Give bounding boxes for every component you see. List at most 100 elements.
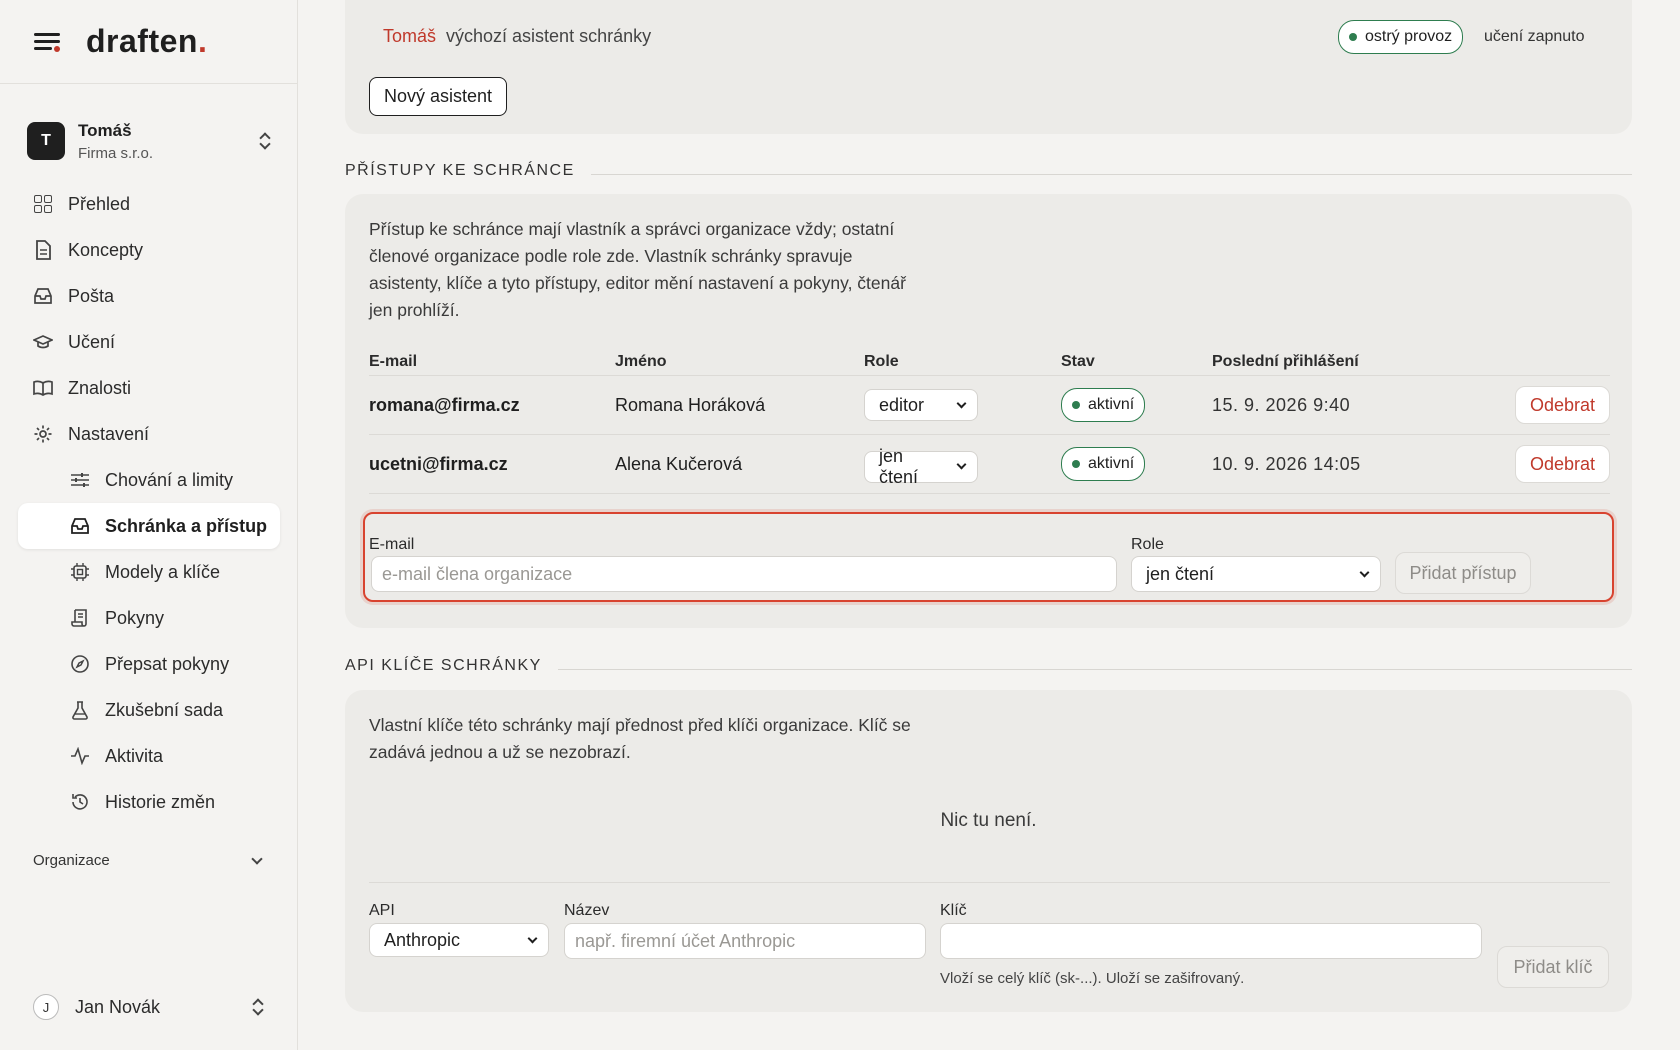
sidebar-item-aktivita[interactable]: Aktivita	[18, 733, 280, 779]
sidebar-item-label: Přepsat pokyny	[105, 653, 230, 674]
last-login: 10. 9. 2026 14:05	[1212, 453, 1361, 474]
sidebar: draften. T Tomáš Firma s.r.o. Přehled Ko…	[0, 0, 298, 1050]
chevron-down-icon	[956, 398, 967, 408]
sidebar-item-zkusebni-sada[interactable]: Zkušební sada	[18, 687, 280, 733]
section-title-text: PŘÍSTUPY KE SCHRÁNCE	[345, 162, 575, 179]
sliders-icon	[70, 470, 90, 490]
access-description-line: členové organizace podle role zde. Vlast…	[369, 246, 853, 266]
status-dot-icon	[1072, 401, 1080, 409]
document-icon	[33, 240, 53, 260]
email-field[interactable]: e-mail člena organizace	[371, 556, 1117, 592]
section-divider	[557, 668, 1632, 670]
member-name: Romana Horáková	[615, 394, 766, 415]
sidebar-item-znalosti[interactable]: Znalosti	[18, 365, 280, 411]
sidebar-item-prepsat-pokyny[interactable]: Přepsat pokyny	[18, 641, 280, 687]
role-select-value: jen čtení	[879, 445, 919, 487]
user-menu[interactable]: J Jan Novák	[33, 994, 265, 1020]
avatar: J	[33, 994, 59, 1020]
sidebar-item-chovani-a-limity[interactable]: Chování a limity	[18, 457, 280, 503]
status-label: aktivní	[1088, 396, 1135, 413]
sidebar-nav: Přehled Koncepty Pošta Učení Znalosti Na…	[18, 181, 280, 825]
role-select-value: jen čtení	[1146, 563, 1215, 584]
chevron-down-icon	[251, 852, 263, 865]
organizace-section-toggle[interactable]: Organizace	[33, 852, 265, 869]
status-badge: aktivní	[1061, 447, 1146, 481]
table-row: ucetni@firma.cz Alena Kučerová jen čtení…	[369, 435, 1610, 494]
sidebar-item-modely-a-klice[interactable]: Modely a klíče	[18, 549, 280, 595]
add-key-button[interactable]: Přidat klíč	[1497, 946, 1609, 988]
role-select[interactable]: jen čtení	[864, 446, 978, 487]
api-provider-select[interactable]: Anthropic	[369, 923, 549, 957]
api-provider-value: Anthropic	[384, 929, 461, 950]
assistant-row[interactable]: Tomáš výchozí asistent schránky	[383, 26, 651, 47]
sidebar-item-label: Zkušební sada	[105, 699, 224, 720]
sidebar-item-label: Aktivita	[105, 745, 164, 766]
inbox-icon	[70, 516, 90, 536]
member-name: Alena Kučerová	[615, 453, 743, 474]
sidebar-item-historie-zmen[interactable]: Historie změn	[18, 779, 280, 825]
status-dot-icon	[1072, 460, 1080, 468]
section-divider	[590, 173, 1632, 175]
sidebar-item-nastaveni[interactable]: Nastavení	[18, 411, 280, 457]
section-title-access: PŘÍSTUPY KE SCHRÁNCE	[345, 162, 1632, 180]
key-field-label: Klíč	[940, 902, 967, 919]
gear-icon	[33, 424, 53, 444]
chip-icon	[70, 562, 90, 582]
assistant-name[interactable]: Tomáš	[383, 26, 436, 47]
add-access-button[interactable]: Přidat přístup	[1395, 552, 1531, 594]
remove-access-button[interactable]: Odebrat	[1514, 386, 1610, 424]
org-switcher[interactable]: T Tomáš Firma s.r.o.	[27, 116, 272, 166]
column-header-name: Jméno	[615, 352, 667, 370]
status-label: aktivní	[1088, 455, 1135, 472]
key-name-field[interactable]: např. firemní účet Anthropic	[564, 923, 926, 959]
column-header-last-login: Poslední přihlášení	[1212, 352, 1359, 370]
access-description-line: asistenty, klíče a tyto přístupy, editor…	[369, 273, 906, 293]
sidebar-item-pokyny[interactable]: Pokyny	[18, 595, 280, 641]
brand-header: draften.	[0, 0, 297, 84]
role-field-label: Role	[1131, 536, 1164, 553]
user-name: Jan Novák	[75, 996, 161, 1017]
sidebar-item-uceni[interactable]: Učení	[18, 319, 280, 365]
sidebar-item-label: Chování a limity	[105, 469, 234, 490]
table-header: E-mail Jméno Role Stav Poslední přihláše…	[369, 348, 1610, 376]
sidebar-item-label: Modely a klíče	[105, 561, 221, 582]
api-key-field[interactable]	[940, 923, 1482, 959]
access-description-line: Přístup ke schránce mají vlastník a sprá…	[369, 219, 895, 239]
sidebar-item-label: Koncepty	[68, 239, 144, 260]
organizace-label: Organizace	[33, 852, 110, 869]
chevron-down-icon	[956, 459, 967, 470]
sidebar-item-label: Přehled	[68, 193, 131, 214]
activity-icon	[70, 746, 90, 766]
sidebar-item-koncepty[interactable]: Koncepty	[18, 227, 280, 273]
org-user-name: Tomáš	[78, 120, 132, 140]
sidebar-item-posta[interactable]: Pošta	[18, 273, 280, 319]
section-title-text: API KLÍČE SCHRÁNKY	[345, 657, 542, 674]
history-icon	[70, 792, 90, 812]
graduation-cap-icon	[33, 332, 53, 352]
role-select[interactable]: editor	[864, 389, 978, 421]
member-email: ucetni@firma.cz	[369, 453, 508, 474]
sidebar-item-label: Historie změn	[105, 791, 216, 812]
column-header-email: E-mail	[369, 352, 418, 370]
book-icon	[33, 378, 53, 398]
learning-status: učení zapnuto	[1484, 28, 1585, 45]
role-select[interactable]: jen čtení	[1131, 556, 1381, 592]
dashboard-icon	[33, 194, 53, 214]
org-company-name: Firma s.r.o.	[78, 144, 154, 162]
access-table: E-mail Jméno Role Stav Poslední přihláše…	[369, 348, 1610, 494]
new-assistant-button[interactable]: Nový asistent	[369, 77, 508, 116]
remove-access-button[interactable]: Odebrat	[1514, 445, 1610, 483]
assistant-card: Tomáš výchozí asistent schránky ostrý pr…	[345, 0, 1632, 134]
chevron-updown-icon	[251, 997, 265, 1017]
api-field-label: API	[369, 902, 395, 919]
menu-icon[interactable]	[34, 32, 60, 52]
divider	[369, 882, 1610, 883]
status-badge: aktivní	[1061, 388, 1146, 422]
access-description: Přístup ke schránce mají vlastník a sprá…	[369, 216, 906, 324]
sidebar-item-prehled[interactable]: Přehled	[18, 181, 280, 227]
email-field-label: E-mail	[369, 536, 415, 553]
table-row: romana@firma.cz Romana Horáková editor a…	[369, 376, 1610, 435]
sidebar-item-schranka-a-pristup[interactable]: Schránka a přístup	[18, 503, 280, 549]
brand-logo[interactable]: draften.	[86, 23, 207, 60]
chevron-down-icon	[1359, 567, 1370, 577]
